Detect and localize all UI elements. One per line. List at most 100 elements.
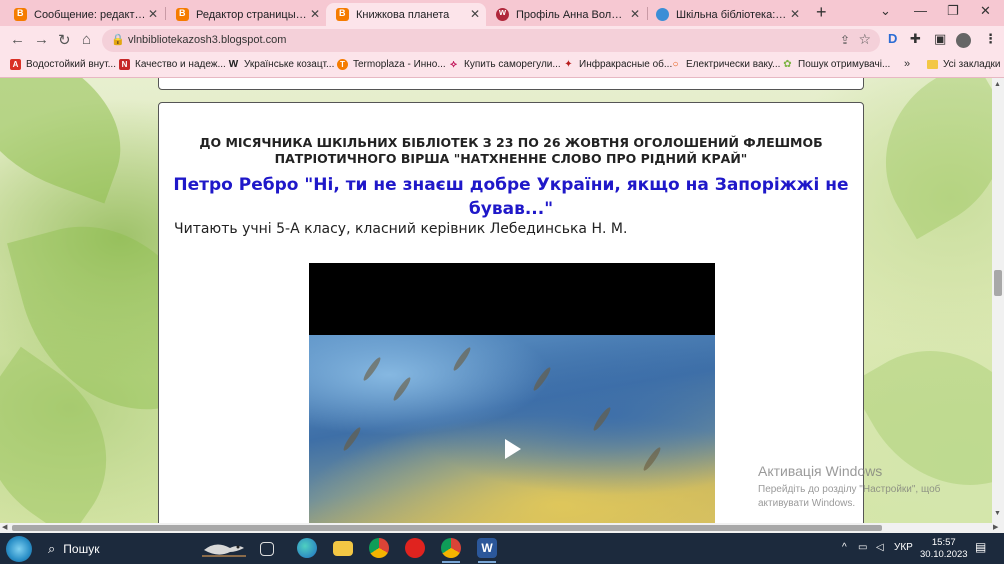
windows-activation-watermark: Активація Windows Перейдіть до розділу "… <box>758 463 940 511</box>
menu-icon[interactable]: ⋮ <box>984 31 997 47</box>
puzzle-icon[interactable]: ✚ <box>910 31 921 47</box>
bookmark-item[interactable]: T Termoplaza - Инно... <box>337 59 446 70</box>
tab-1[interactable]: Редактор страницы: предв ✕ <box>166 3 326 26</box>
wheat-shape <box>341 425 363 453</box>
close-icon[interactable]: ✕ <box>790 7 800 21</box>
bookmark-favicon-icon: A <box>10 59 21 70</box>
chevron-down-icon[interactable]: ⌄ <box>880 3 891 19</box>
bookmark-label: Termoplaza - Инно... <box>353 59 446 70</box>
bookmark-favicon-icon: ⟡ <box>450 59 457 70</box>
bookmark-label: Електрически ваку... <box>686 59 781 70</box>
file-explorer-icon[interactable] <box>333 541 353 556</box>
extension-d-icon[interactable]: D <box>888 31 897 46</box>
windows-taskbar: ⌕ Пошук W ^ ▭ ◁ УКР 15:57 30.10.2023 ▤ <box>0 533 1004 564</box>
tab-label: Шкільна бібліотека: свідок <box>676 8 788 21</box>
home-icon[interactable]: ⌂ <box>82 31 91 48</box>
wheat-shape <box>591 405 613 433</box>
scrollbar-thumb[interactable] <box>12 525 882 531</box>
url-text: vlnbibliotekazosh3.blogspot.com <box>128 34 287 46</box>
tab-strip: Сообщение: редактирован ✕ Редактор стран… <box>0 0 1004 26</box>
browser-toolbar: ← → ↻ ⌂ 🔒 vlnbibliotekazosh3.blogspot.co… <box>0 26 1004 55</box>
bookmarks-overflow-button[interactable]: » <box>904 58 910 70</box>
blogger-icon <box>336 8 349 21</box>
battery-icon[interactable]: ▭ <box>858 542 867 553</box>
scroll-down-icon[interactable]: ▼ <box>994 510 1001 517</box>
previous-post-card <box>158 78 864 90</box>
bookmark-favicon-icon: T <box>337 59 348 70</box>
address-bar[interactable]: 🔒 vlnbibliotekazosh3.blogspot.com ⇪ ☆ <box>102 29 880 52</box>
wheat-shape <box>361 355 383 383</box>
tab-4[interactable]: Шкільна бібліотека: свідок ✕ <box>646 3 806 26</box>
bookmark-item[interactable]: A Водостойкий внут... <box>10 59 116 70</box>
watermark-line: Перейдіть до розділу "Настройки", щоб <box>758 484 941 495</box>
restore-button[interactable]: ❐ <box>947 3 959 19</box>
search-label: Пошук <box>63 542 100 556</box>
all-bookmarks-label: Усі закладки <box>943 59 1001 70</box>
wheat-shape <box>531 365 553 393</box>
search-icon: ⌕ <box>48 541 56 556</box>
bookmark-label: Инфракрасные об... <box>579 59 673 70</box>
bookmark-favicon-icon: ✿ <box>783 59 792 70</box>
blogger-icon <box>14 8 27 21</box>
chrome-icon[interactable] <box>369 538 389 558</box>
bookmark-item[interactable]: ✿ Пошук отримувачі... <box>782 59 890 70</box>
lock-icon[interactable]: 🔒 <box>111 33 125 46</box>
bookmark-favicon-icon: ✦ <box>564 59 573 70</box>
tab-label: Книжкова планета <box>356 8 450 21</box>
blogger-icon <box>176 8 189 21</box>
scroll-up-icon[interactable]: ▲ <box>994 81 1001 88</box>
close-icon[interactable]: ✕ <box>470 7 480 21</box>
background-leaf <box>0 78 146 204</box>
taskbar-search[interactable]: ⌕ Пошук <box>48 541 99 557</box>
tab-3[interactable]: Профіль Анна Володимирі ✕ <box>486 3 646 26</box>
tab-label: Редактор страницы: предв <box>196 8 308 21</box>
star-icon[interactable]: ☆ <box>858 31 871 48</box>
bookmark-item[interactable]: ✦ Инфракрасные об... <box>563 59 672 70</box>
forward-icon[interactable]: → <box>34 31 49 48</box>
language-indicator[interactable]: УКР <box>894 542 913 553</box>
folder-icon <box>927 60 938 69</box>
speaker-icon[interactable]: ◁ <box>876 542 884 553</box>
active-app-indicator <box>442 561 460 563</box>
scrollbar-thumb[interactable] <box>994 270 1002 296</box>
tab-2[interactable]: Книжкова планета ✕ <box>326 3 486 26</box>
sidepanel-icon[interactable]: ▣ <box>934 31 946 47</box>
task-view-icon[interactable] <box>260 542 274 556</box>
all-bookmarks-button[interactable]: Усі закладки <box>927 59 1001 70</box>
tab-0[interactable]: Сообщение: редактирован ✕ <box>4 3 164 26</box>
reload-icon[interactable]: ↻ <box>58 31 71 49</box>
wheat-shape <box>451 345 473 373</box>
close-window-button[interactable]: ✕ <box>980 3 991 19</box>
avatar[interactable] <box>956 33 971 48</box>
video-player[interactable] <box>309 263 715 523</box>
bookmark-item[interactable]: ⟡ Купить саморегули... <box>448 59 561 70</box>
word-icon[interactable]: W <box>477 538 497 558</box>
watermark-line: активувати Windows. <box>758 498 856 509</box>
minimize-button[interactable]: — <box>914 3 927 18</box>
chrome-active-icon[interactable] <box>441 538 461 558</box>
edge-icon[interactable] <box>297 538 317 558</box>
opera-icon[interactable] <box>405 538 425 558</box>
chevron-up-icon[interactable]: ^ <box>842 542 847 553</box>
play-icon[interactable] <box>505 439 521 459</box>
new-tab-button[interactable]: + <box>816 2 827 23</box>
bookmark-item[interactable]: ○ Електрически ваку... <box>670 59 780 70</box>
scroll-right-icon[interactable]: ▶ <box>993 523 998 531</box>
notifications-icon[interactable]: ▤ <box>975 540 986 554</box>
clock-time: 15:57 <box>931 537 956 548</box>
share-icon[interactable]: ⇪ <box>840 33 850 47</box>
bookmark-item[interactable]: W Українське козацт... <box>228 59 335 70</box>
back-icon[interactable]: ← <box>10 31 25 48</box>
horizontal-scrollbar[interactable]: ◀ ▶ <box>0 523 1004 533</box>
close-icon[interactable]: ✕ <box>310 7 320 21</box>
watermark-title: Активація Windows <box>758 463 883 479</box>
start-button[interactable] <box>6 536 32 562</box>
clock[interactable]: 15:57 30.10.2023 <box>920 537 968 561</box>
close-icon[interactable]: ✕ <box>630 7 640 21</box>
bookmark-label: Пошук отримувачі... <box>798 59 891 70</box>
close-icon[interactable]: ✕ <box>148 7 158 21</box>
background-leaf <box>851 78 992 240</box>
vertical-scrollbar[interactable]: ▲ ▼ <box>992 78 1004 523</box>
scroll-left-icon[interactable]: ◀ <box>2 523 7 531</box>
bookmark-item[interactable]: N Качество и надеж... <box>119 59 226 70</box>
